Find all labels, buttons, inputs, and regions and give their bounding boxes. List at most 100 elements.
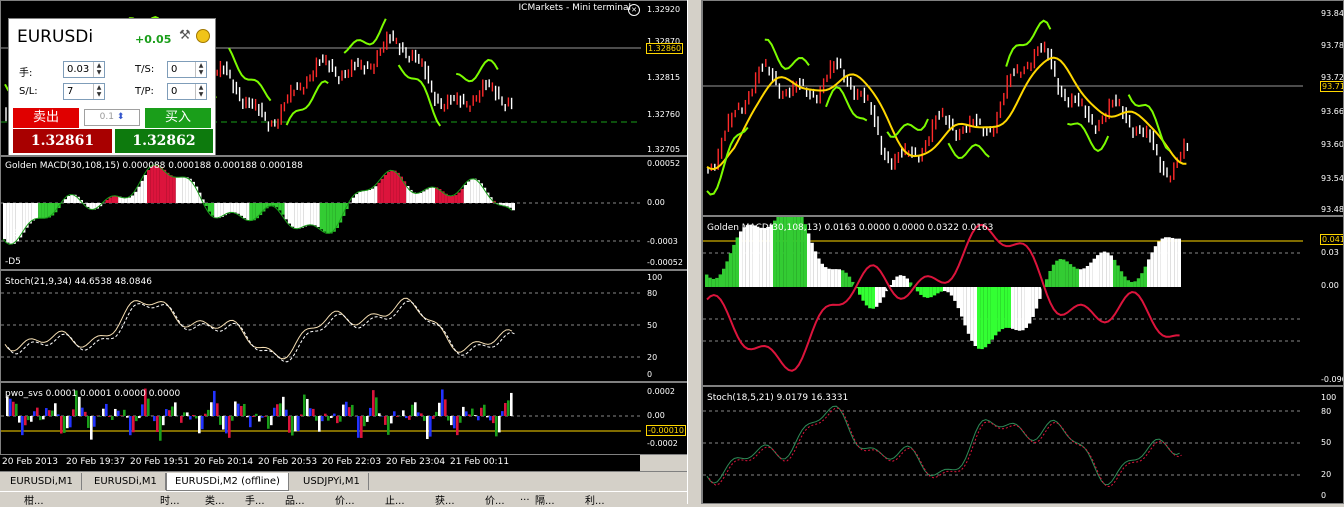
- stoch-axis-label: 100: [647, 273, 662, 282]
- macd-bar: [272, 203, 275, 206]
- pwo-bar: [432, 416, 435, 419]
- stoch-axis-label: 50: [1321, 438, 1331, 447]
- macd-bar: [708, 278, 711, 287]
- macd-bar: [368, 190, 371, 203]
- macd-bar: [281, 203, 284, 215]
- tp-stepper[interactable]: 0▲▼: [167, 83, 207, 100]
- column-header[interactable]: ...: [520, 492, 530, 503]
- terminal-close-icon[interactable]: ✕: [628, 4, 640, 16]
- macd-bar: [1031, 287, 1034, 317]
- right-price-pane[interactable]: 93.84 93.78 93.72 93.71 93.66 93.60 93.5…: [702, 0, 1344, 216]
- pwo-bar: [33, 411, 36, 416]
- pwo-bar: [258, 416, 261, 422]
- pwo-bar: [429, 416, 432, 437]
- pwo-bar: [465, 411, 468, 416]
- coin-icon[interactable]: [196, 29, 210, 43]
- pwo-bar: [129, 416, 132, 435]
- column-header[interactable]: 品...: [285, 492, 305, 507]
- lots-stepper[interactable]: 0.03▲▼: [63, 61, 105, 78]
- right-macd-pane[interactable]: Golden MACD(30,108,13) 0.0163 0.0000 0.0…: [702, 216, 1344, 386]
- macd-bar: [310, 203, 313, 225]
- macd-bar: [253, 203, 256, 220]
- pwo-bar: [93, 416, 96, 427]
- tools-icon[interactable]: ⚒: [179, 28, 191, 43]
- column-header[interactable]: 利...: [585, 492, 605, 507]
- sl-stepper[interactable]: 7▲▼: [63, 83, 105, 100]
- macd-bar: [294, 203, 297, 228]
- lot-step-field[interactable]: 0.1 ⬍: [84, 109, 140, 126]
- macd-bar: [1059, 259, 1062, 287]
- spin-arrows-icon[interactable]: ▲▼: [195, 84, 206, 99]
- left-pwo-pane[interactable]: pwo_svs 0.0001 0.0001 0.0000 0.0000 0.00…: [0, 382, 688, 455]
- column-header[interactable]: 时...: [160, 492, 180, 507]
- right-stoch-pane[interactable]: Stoch(18,5,21) 9.0179 16.3331 100 80 50 …: [702, 386, 1344, 504]
- pwo-bar: [213, 391, 216, 416]
- pwo-bar: [102, 409, 105, 416]
- column-header[interactable]: 手...: [245, 492, 265, 507]
- macd-bar: [1089, 263, 1092, 287]
- ts-stepper[interactable]: 0▲▼: [167, 61, 207, 78]
- column-header[interactable]: 止...: [385, 492, 405, 507]
- column-header[interactable]: 获...: [435, 492, 455, 507]
- column-header[interactable]: 价...: [485, 492, 505, 507]
- macd-bar: [365, 191, 368, 203]
- chart-tab[interactable]: EURUSDi,M1: [86, 473, 166, 490]
- lot-step-arrows-icon[interactable]: ⬍: [117, 112, 125, 122]
- macd-bar: [374, 186, 377, 203]
- macd-bar: [169, 175, 172, 203]
- chart-tab[interactable]: USDJPYi,M1: [295, 473, 369, 490]
- sell-label-button[interactable]: 卖出: [13, 108, 79, 128]
- pwo-bar: [420, 413, 423, 416]
- window-splitter[interactable]: [687, 0, 702, 504]
- column-header[interactable]: 柑...: [24, 492, 44, 507]
- macd-bar: [1062, 259, 1065, 287]
- macd-bar: [141, 181, 144, 203]
- trend-line: [1067, 123, 1108, 151]
- macd-bar: [422, 191, 425, 203]
- pwo-bar: [441, 389, 444, 416]
- macd-bar: [291, 203, 294, 227]
- buy-label-button[interactable]: 买入: [145, 108, 211, 128]
- macd-bar: [1055, 261, 1058, 287]
- pwo-bar: [279, 403, 282, 416]
- pwo-bar: [216, 403, 219, 416]
- pwo-bar: [261, 416, 264, 418]
- pwo-bar: [495, 416, 498, 436]
- column-header[interactable]: 隔...: [535, 492, 555, 507]
- pwo-bar: [219, 416, 222, 425]
- stoch-axis-label: 80: [647, 289, 657, 298]
- macd-bar: [1065, 261, 1068, 287]
- macd-bar: [1144, 267, 1147, 287]
- stoch-axis-label: 0: [1321, 491, 1326, 500]
- spin-arrows-icon[interactable]: ▲▼: [93, 84, 104, 99]
- chart-tab-active[interactable]: EURUSDi,M2 (offline): [166, 473, 289, 491]
- macd-bar: [1028, 287, 1031, 324]
- pwo-bar: [498, 416, 501, 432]
- macd-bar: [1127, 280, 1130, 287]
- pwo-bar: [453, 416, 456, 428]
- macd-bar: [185, 177, 188, 203]
- pwo-bar: [273, 408, 276, 416]
- macd-bar: [960, 287, 963, 317]
- price-label: 93.84: [1321, 9, 1344, 18]
- left-macd-pane[interactable]: Golden MACD(30,108,15) 0.000088 0.000188…: [0, 156, 688, 270]
- column-header[interactable]: 类...: [205, 492, 225, 507]
- pwo-bar: [372, 390, 375, 416]
- pwo-bar: [444, 399, 447, 416]
- macd-bar: [288, 203, 291, 224]
- spin-arrows-icon[interactable]: ▲▼: [195, 62, 206, 77]
- macd-bar: [227, 203, 230, 213]
- macd-bar: [827, 269, 830, 287]
- pwo-bar: [90, 416, 93, 440]
- sell-price-button[interactable]: 1.32861: [13, 129, 112, 153]
- pwo-bar: [504, 403, 507, 416]
- column-header[interactable]: 价...: [335, 492, 355, 507]
- buy-price-button[interactable]: 1.32862: [115, 129, 213, 153]
- pwo-bar: [183, 412, 186, 416]
- macd-bar: [899, 275, 902, 287]
- left-stoch-pane[interactable]: Stoch(21,9,34) 44.6538 48.0846 100 80 50…: [0, 270, 688, 382]
- chart-tab[interactable]: EURUSDi,M1: [2, 473, 82, 490]
- macd-bar: [841, 270, 844, 287]
- spin-arrows-icon[interactable]: ▲▼: [93, 62, 104, 77]
- pwo-bar: [231, 416, 234, 421]
